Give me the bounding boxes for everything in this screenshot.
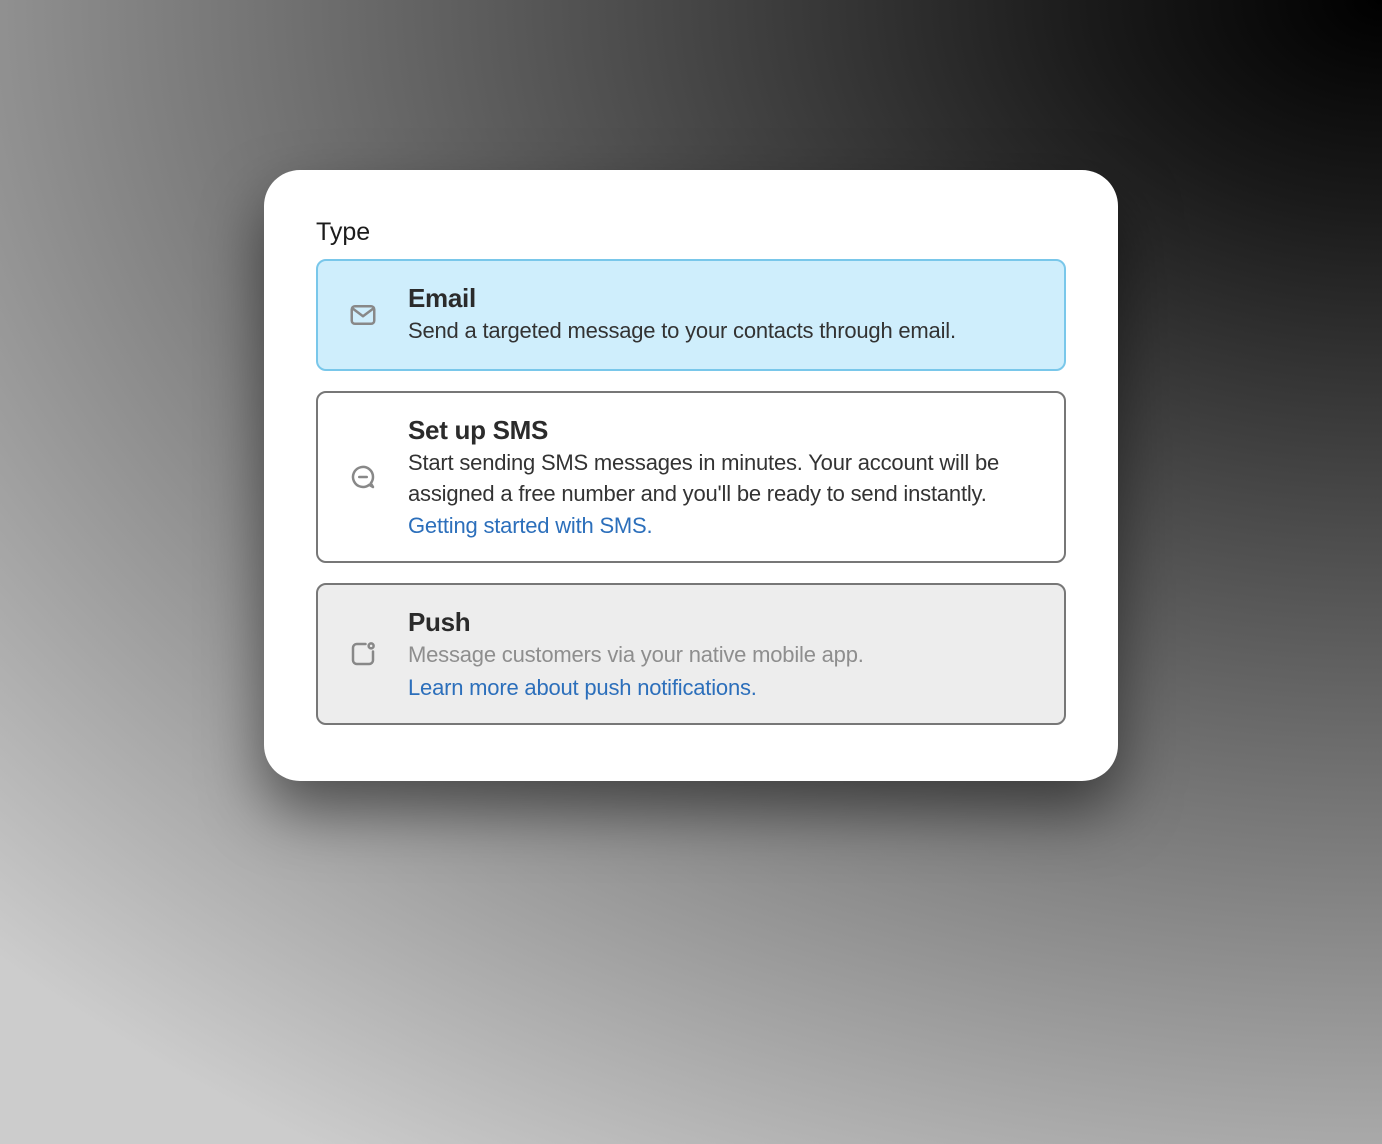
option-sms-title: Set up SMS: [408, 415, 1038, 446]
option-email[interactable]: Email Send a targeted message to your co…: [316, 259, 1066, 371]
push-icon: [348, 639, 408, 669]
push-learn-more-link[interactable]: Learn more about push notifications.: [408, 675, 757, 701]
option-sms-description: Start sending SMS messages in minutes. Y…: [408, 448, 1038, 510]
email-icon: [348, 300, 408, 330]
option-push-title: Push: [408, 607, 1038, 638]
option-email-description: Send a targeted message to your contacts…: [408, 316, 1038, 347]
option-email-title: Email: [408, 283, 1038, 314]
option-push-body: Push Message customers via your native m…: [408, 607, 1038, 701]
sms-getting-started-link[interactable]: Getting started with SMS.: [408, 513, 652, 539]
option-push-description: Message customers via your native mobile…: [408, 640, 1038, 671]
option-sms-body: Set up SMS Start sending SMS messages in…: [408, 415, 1038, 540]
sms-icon: [348, 462, 408, 492]
option-sms[interactable]: Set up SMS Start sending SMS messages in…: [316, 391, 1066, 564]
type-selection-card: Type Email Send a targeted message to yo…: [264, 170, 1118, 781]
option-push[interactable]: Push Message customers via your native m…: [316, 583, 1066, 725]
option-email-body: Email Send a targeted message to your co…: [408, 283, 1038, 347]
section-label: Type: [316, 218, 1066, 247]
